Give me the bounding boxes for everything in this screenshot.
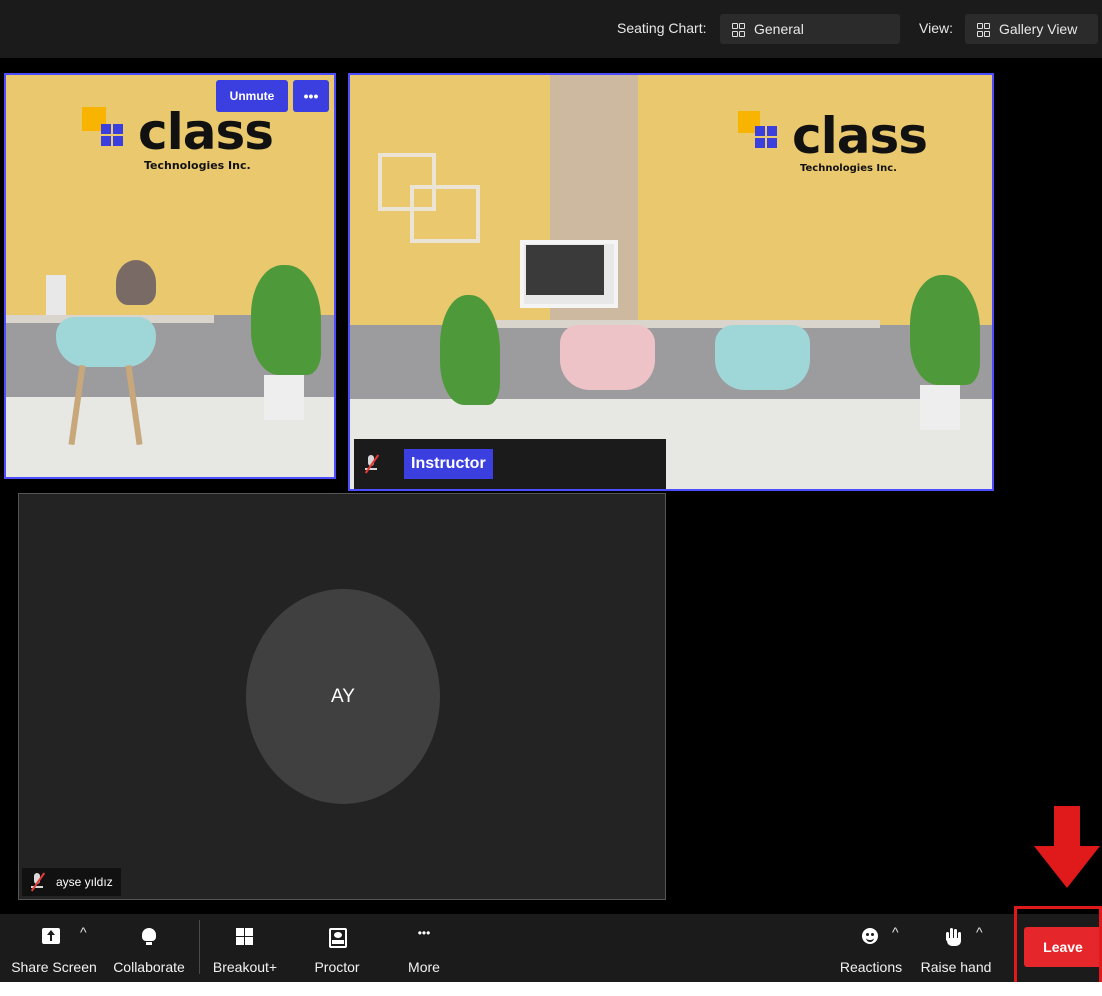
tile-more-options-button[interactable]: ••• xyxy=(293,80,329,112)
raise-hand-icon xyxy=(946,928,962,946)
self-video-tile[interactable]: class Technologies Inc. xyxy=(4,73,336,479)
more-label: More xyxy=(408,959,440,975)
share-screen-label: Share Screen xyxy=(11,959,97,975)
reactions-caret-icon[interactable]: ^ xyxy=(892,924,899,940)
raise-hand-caret-icon[interactable]: ^ xyxy=(976,924,983,940)
bottom-toolbar: ^ Share Screen Collaborate Breakout+ Pro… xyxy=(0,914,1102,982)
class-logo: class Technologies Inc. xyxy=(82,103,274,172)
proctor-icon xyxy=(329,928,347,948)
seating-chart-value: General xyxy=(754,21,804,37)
annotation-arrow-icon xyxy=(1034,806,1100,888)
participant-name: ayse yıldız xyxy=(56,875,113,889)
collaborate-label: Collaborate xyxy=(113,959,185,975)
logo-mark-icon xyxy=(82,107,142,159)
seating-chart-select[interactable]: General xyxy=(720,14,900,44)
share-screen-icon xyxy=(42,928,60,944)
instructor-name: Instructor xyxy=(404,449,493,479)
raise-hand-label: Raise hand xyxy=(920,959,992,975)
logo-mark-icon xyxy=(738,111,798,163)
leave-highlight-box xyxy=(1014,906,1102,992)
participant-nametag: ayse yıldız xyxy=(22,868,121,896)
instructor-nametag: Instructor xyxy=(354,439,666,489)
logo-wordmark: class xyxy=(792,107,928,165)
share-screen-caret-icon[interactable]: ^ xyxy=(80,924,87,940)
avatar: AY xyxy=(246,589,440,804)
logo-wordmark: class xyxy=(138,103,274,161)
bottom-strip xyxy=(0,982,1102,996)
share-screen-button[interactable]: ^ Share Screen xyxy=(6,914,102,982)
grid-icon xyxy=(732,22,745,37)
view-value: Gallery View xyxy=(999,21,1078,37)
view-label: View: xyxy=(919,20,953,36)
participant-video-tile[interactable]: AY ayse yıldız xyxy=(18,493,666,900)
mic-off-icon xyxy=(362,454,380,474)
more-button[interactable]: ••• More xyxy=(398,914,450,982)
seating-chart-label: Seating Chart: xyxy=(617,20,707,36)
reactions-icon xyxy=(862,928,878,944)
breakout-icon xyxy=(236,928,253,945)
more-icon: ••• xyxy=(417,926,431,940)
view-select[interactable]: Gallery View xyxy=(965,14,1098,44)
grid-icon xyxy=(977,22,990,37)
lightbulb-icon xyxy=(142,928,156,946)
reactions-button[interactable]: ^ Reactions xyxy=(834,914,908,982)
breakout-button[interactable]: Breakout+ xyxy=(208,914,282,982)
reactions-label: Reactions xyxy=(839,959,903,975)
unmute-button[interactable]: Unmute xyxy=(216,80,288,112)
breakout-label: Breakout+ xyxy=(212,959,278,975)
proctor-button[interactable]: Proctor xyxy=(304,914,370,982)
raise-hand-button[interactable]: ^ Raise hand xyxy=(914,914,998,982)
mic-off-icon xyxy=(28,872,46,892)
instructor-video-tile[interactable]: class Technologies Inc. Instructor xyxy=(348,73,994,491)
collaborate-button[interactable]: Collaborate xyxy=(110,914,188,982)
proctor-label: Proctor xyxy=(314,959,360,975)
toolbar-divider xyxy=(199,920,200,974)
class-logo: class Technologies Inc. xyxy=(738,107,928,174)
top-bar: Seating Chart: General View: Gallery Vie… xyxy=(0,0,1102,58)
